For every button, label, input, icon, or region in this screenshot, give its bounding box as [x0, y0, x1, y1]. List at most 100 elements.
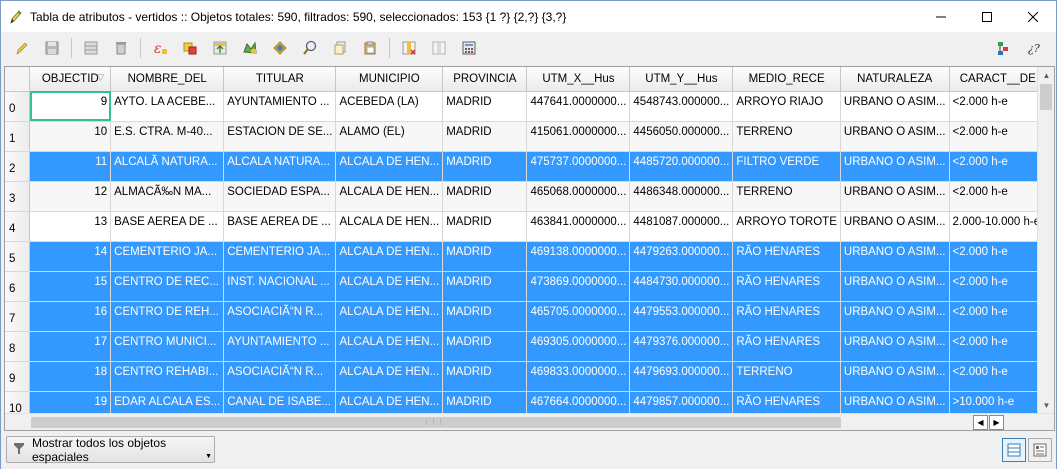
- minimize-button[interactable]: [918, 1, 964, 32]
- help-icon[interactable]: ¿?: [1022, 37, 1044, 59]
- table-cell[interactable]: MADRID: [442, 241, 528, 272]
- table-cell[interactable]: <2.000 h-e: [949, 271, 1047, 302]
- table-cell[interactable]: 463841.0000000...: [526, 211, 631, 242]
- column-header-titular[interactable]: TITULAR: [223, 67, 337, 92]
- column-header-objectid[interactable]: OBJECTID ▽: [29, 67, 112, 92]
- invert-selection-icon[interactable]: [179, 37, 201, 59]
- table-cell[interactable]: 15: [29, 271, 112, 302]
- scroll-up-icon[interactable]: ▲: [1038, 67, 1054, 84]
- table-cell[interactable]: 465068.0000000...: [526, 181, 631, 212]
- table-cell[interactable]: 4484730.000000...: [629, 271, 734, 302]
- table-cell[interactable]: ASOCIACIÃ“N R...: [223, 301, 337, 332]
- table-cell[interactable]: MADRID: [442, 181, 528, 212]
- close-button[interactable]: [1010, 1, 1056, 32]
- table-cell[interactable]: URBANO O ASIM...: [840, 361, 950, 392]
- column-header-provincia[interactable]: PROVINCIA: [442, 67, 528, 92]
- table-cell[interactable]: ALCALA DE HEN...: [335, 361, 444, 392]
- copy-selected-icon[interactable]: [329, 37, 351, 59]
- scroll-down-icon[interactable]: ▼: [1038, 397, 1054, 414]
- horizontal-scrollbar[interactable]: ⋮⋮⋮ ◀ ▶: [5, 413, 1054, 430]
- table-cell[interactable]: <2.000 h-e: [949, 301, 1047, 332]
- table-cell[interactable]: URBANO O ASIM...: [840, 301, 950, 332]
- attribute-table[interactable]: OBJECTID ▽ NOMBRE_DEL TITULAR MUNICIPIO PROVI…: [4, 66, 1055, 431]
- delete-selected-icon[interactable]: [110, 37, 132, 59]
- table-cell[interactable]: 4479693.000000...: [629, 361, 734, 392]
- table-cell[interactable]: ASOCIACIÃ“N R...: [223, 361, 337, 392]
- scroll-right-icon[interactable]: ▶: [989, 415, 1004, 430]
- table-cell[interactable]: ALCALA NATURA...: [223, 151, 337, 182]
- row-number[interactable]: 3: [5, 181, 31, 212]
- table-cell[interactable]: MADRID: [442, 331, 528, 362]
- table-cell[interactable]: AYUNTAMIENTO ...: [223, 331, 337, 362]
- table-cell[interactable]: ALCALA DE HEN...: [335, 181, 444, 212]
- filter-features-button[interactable]: Mostrar todos los objetos espaciales ▼: [6, 436, 215, 464]
- table-cell[interactable]: ALCALA DE HEN...: [335, 151, 444, 182]
- table-cell[interactable]: <2.000 h-e: [949, 181, 1047, 212]
- table-cell[interactable]: 4479263.000000...: [629, 241, 734, 272]
- table-cell[interactable]: 10: [29, 121, 112, 152]
- table-row[interactable]: 1 10 E.S. CTRA. M-40... ESTACION DE SE... AL…: [5, 121, 1054, 152]
- delete-field-icon[interactable]: [398, 37, 420, 59]
- table-cell[interactable]: 13: [29, 211, 112, 242]
- table-cell[interactable]: 17: [29, 331, 112, 362]
- table-cell[interactable]: URBANO O ASIM...: [840, 211, 950, 242]
- table-cell[interactable]: FILTRO VERDE: [732, 151, 841, 182]
- column-header-medio-rece[interactable]: MEDIO_RECE: [732, 67, 841, 92]
- table-cell[interactable]: RÃO HENARES: [732, 331, 841, 362]
- table-cell[interactable]: 469833.0000000...: [526, 361, 631, 392]
- maximize-button[interactable]: [964, 1, 1010, 32]
- table-cell[interactable]: 4456050.000000...: [629, 121, 734, 152]
- table-cell[interactable]: ACEBEDA (LA): [335, 91, 444, 122]
- toggle-editing-icon[interactable]: [11, 37, 33, 59]
- table-cell[interactable]: MADRID: [442, 91, 528, 122]
- table-cell[interactable]: URBANO O ASIM...: [840, 241, 950, 272]
- move-selection-to-top-icon[interactable]: [209, 37, 231, 59]
- row-number[interactable]: 1: [5, 121, 31, 152]
- table-cell[interactable]: 9: [29, 91, 112, 122]
- table-cell[interactable]: MADRID: [442, 301, 528, 332]
- table-cell[interactable]: 473869.0000000...: [526, 271, 631, 302]
- save-edits-icon[interactable]: [41, 37, 63, 59]
- row-number[interactable]: 0: [5, 91, 31, 122]
- table-cell[interactable]: URBANO O ASIM...: [840, 151, 950, 182]
- table-cell[interactable]: <2.000 h-e: [949, 361, 1047, 392]
- table-cell[interactable]: CENTRO REHABI...: [110, 361, 225, 392]
- table-cell[interactable]: MADRID: [442, 151, 528, 182]
- table-cell[interactable]: ALCALÃ NATURA...: [110, 151, 225, 182]
- form-view-button[interactable]: [1028, 438, 1052, 462]
- table-cell[interactable]: ARROYO TOROTE: [732, 211, 841, 242]
- table-cell[interactable]: <2.000 h-e: [949, 121, 1047, 152]
- table-cell[interactable]: MADRID: [442, 271, 528, 302]
- table-cell[interactable]: <2.000 h-e: [949, 331, 1047, 362]
- scroll-left-icon[interactable]: ◀: [973, 415, 988, 430]
- table-cell[interactable]: TERRENO: [732, 361, 841, 392]
- table-cell[interactable]: CEMENTERIO JA...: [223, 241, 337, 272]
- zoom-to-selection-icon[interactable]: [269, 37, 291, 59]
- table-row[interactable]: 6 15 CENTRO DE REC... INST. NACIONAL ... ALC…: [5, 271, 1054, 302]
- paste-features-icon[interactable]: [359, 37, 381, 59]
- table-cell[interactable]: 469305.0000000...: [526, 331, 631, 362]
- table-cell[interactable]: <2.000 h-e: [949, 151, 1047, 182]
- table-cell[interactable]: 14: [29, 241, 112, 272]
- table-cell[interactable]: CENTRO DE REH...: [110, 301, 225, 332]
- row-number[interactable]: 7: [5, 301, 31, 332]
- table-cell[interactable]: 447641.0000000...: [526, 91, 631, 122]
- table-cell[interactable]: RÃO HENARES: [732, 301, 841, 332]
- table-cell[interactable]: URBANO O ASIM...: [840, 91, 950, 122]
- magnifier-icon[interactable]: [299, 37, 321, 59]
- table-cell[interactable]: AYTO. LA ACEBE...: [110, 91, 225, 122]
- column-header-municipio[interactable]: MUNICIPIO: [335, 67, 444, 92]
- table-cell[interactable]: 18: [29, 361, 112, 392]
- actions-icon[interactable]: [992, 37, 1014, 59]
- column-header-nombre-del[interactable]: NOMBRE_DEL: [110, 67, 225, 92]
- table-row[interactable]: 8 17 CENTRO MUNICI... AYUNTAMIENTO ... ALCAL…: [5, 331, 1054, 362]
- table-cell[interactable]: 11: [29, 151, 112, 182]
- table-cell[interactable]: RÃO HENARES: [732, 271, 841, 302]
- table-row[interactable]: 9 18 CENTRO REHABI... ASOCIACIÃ“N R... ALCAL…: [5, 361, 1054, 392]
- table-cell[interactable]: ALCALA DE HEN...: [335, 271, 444, 302]
- vertical-scroll-thumb[interactable]: [1040, 84, 1052, 110]
- table-row[interactable]: 0 9 AYTO. LA ACEBE... AYUNTAMIENTO ... ACEBE…: [5, 91, 1054, 122]
- row-number[interactable]: 6: [5, 271, 31, 302]
- table-cell[interactable]: 4486348.000000...: [629, 181, 734, 212]
- table-cell[interactable]: ARROYO RIAJO: [732, 91, 841, 122]
